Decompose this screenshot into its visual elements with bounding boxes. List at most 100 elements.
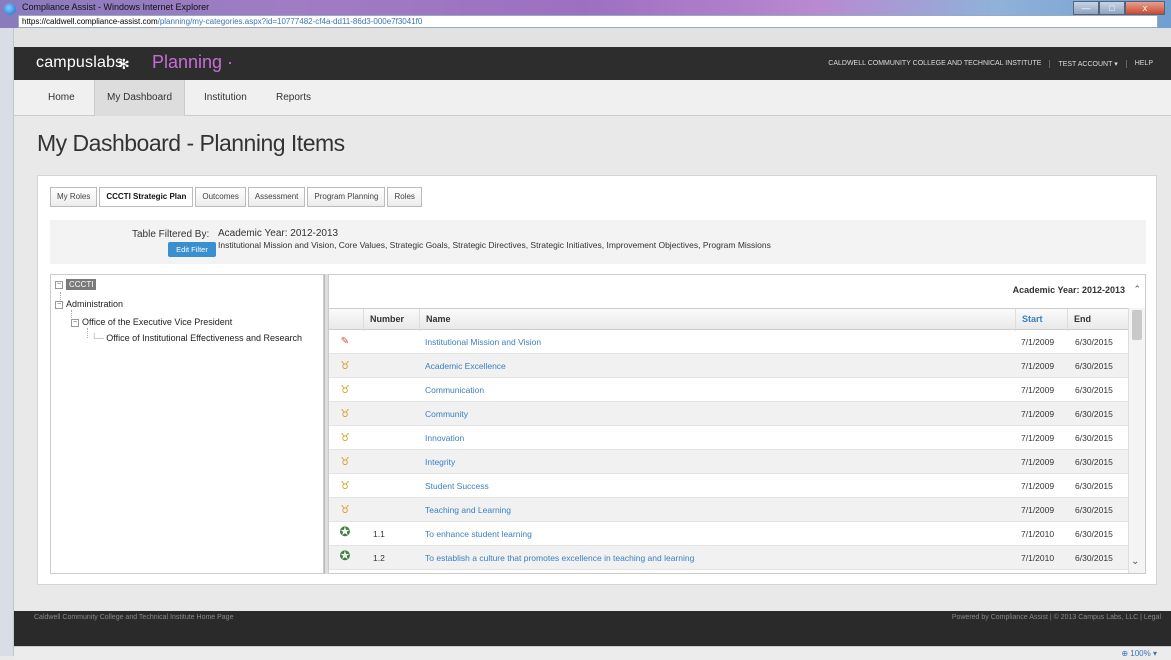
tab-outcomes[interactable]: Outcomes: [195, 187, 246, 207]
tab-cccti-strategic-plan[interactable]: CCCTI Strategic Plan: [99, 187, 194, 207]
row-name-link[interactable]: Community: [425, 402, 1011, 426]
row-end: 6/30/2015: [1075, 457, 1113, 467]
row-end: 6/30/2015: [1075, 433, 1113, 443]
table-row[interactable]: ♉ Integrity 7/1/2009 6/30/2015: [329, 450, 1129, 474]
row-number: [373, 354, 423, 378]
row-start: 7/1/2009: [1021, 481, 1055, 491]
grid-rows: ✎ Institutional Mission and Vision 7/1/200…: [329, 330, 1129, 570]
campuslabs-logo-icon: ✻: [118, 56, 130, 72]
row-end: 6/30/2015: [1075, 505, 1113, 515]
medal-icon: ♉: [340, 432, 350, 444]
browser-title-bar: Compliance Assist - Windows Internet Exp…: [0, 0, 1171, 28]
row-end: 6/30/2015: [1075, 409, 1113, 419]
window-title: Compliance Assist - Windows Internet Exp…: [22, 2, 210, 12]
nav-home[interactable]: Home: [36, 80, 87, 116]
row-name-link[interactable]: Integrity: [425, 450, 1011, 474]
tab-my-roles[interactable]: My Roles: [50, 187, 98, 207]
scroll-down-icon[interactable]: ⌄: [1131, 556, 1139, 567]
tree-label[interactable]: Office of the Executive Vice President: [82, 317, 232, 327]
tree-label[interactable]: Administration: [66, 299, 123, 309]
row-end: 6/30/2015: [1075, 529, 1113, 539]
grid-caption: Academic Year: 2012-2013: [1012, 285, 1125, 295]
filter-year: Academic Year: 2012-2013: [218, 228, 339, 239]
row-end: 6/30/2015: [1075, 481, 1113, 491]
page-title: My Dashboard - Planning Items: [37, 130, 345, 156]
row-start: 7/1/2010: [1021, 553, 1055, 563]
tree-node-evp[interactable]: − Office of the Executive Vice President: [71, 317, 232, 327]
column-end[interactable]: End: [1067, 309, 1129, 331]
gear-icon: ✪: [339, 548, 351, 563]
row-number: [373, 330, 423, 354]
row-name-link[interactable]: Student Success: [425, 474, 1011, 498]
row-number: [373, 426, 423, 450]
row-name-link[interactable]: Communication: [425, 378, 1011, 402]
window-controls: — □ x: [1073, 1, 1165, 15]
account-menu[interactable]: TEST ACCOUNT ▾: [1049, 60, 1125, 68]
table-row[interactable]: ✪ 1.2 To establish a culture that promotes…: [329, 546, 1129, 570]
tree-node-root[interactable]: − CCCTI: [55, 279, 97, 290]
maximize-button[interactable]: □: [1099, 1, 1125, 15]
collapse-icon[interactable]: −: [55, 300, 63, 309]
tree-node-oier[interactable]: └─ Office of Institutional Effectiveness…: [91, 333, 302, 343]
row-name-link[interactable]: Institutional Mission and Vision: [425, 330, 1011, 354]
help-link[interactable]: HELP: [1125, 60, 1161, 68]
nav-my-dashboard[interactable]: My Dashboard: [94, 80, 186, 116]
table-row[interactable]: ♉ Teaching and Learning 7/1/2009 6/30/2015: [329, 498, 1129, 522]
table-row[interactable]: ✪ 1.1 To enhance student learning 7/1/2010 6…: [329, 522, 1129, 546]
medal-icon: ♉: [340, 504, 350, 516]
row-number: 1.1: [373, 529, 385, 539]
close-button[interactable]: x: [1125, 1, 1165, 15]
column-number[interactable]: Number: [363, 309, 419, 331]
tree-root-label[interactable]: CCCTI: [66, 279, 97, 290]
medal-icon: ♉: [340, 480, 350, 492]
tab-roles[interactable]: Roles: [387, 187, 422, 207]
tab-program-planning[interactable]: Program Planning: [307, 187, 386, 207]
institution-name[interactable]: CALDWELL COMMUNITY COLLEGE AND TECHNICAL…: [820, 60, 1049, 68]
address-bar[interactable]: https://caldwell.compliance-assist.com/p…: [18, 15, 1158, 28]
browser-status-bar: ⊕ 100% ▾: [14, 646, 1171, 660]
brand-logo[interactable]: campuslabs: [36, 54, 123, 72]
row-end: 6/30/2015: [1075, 361, 1113, 371]
row-start: 7/1/2009: [1021, 433, 1055, 443]
collapse-icon[interactable]: −: [71, 318, 79, 327]
table-row[interactable]: ♉ Innovation 7/1/2009 6/30/2015: [329, 426, 1129, 450]
subtab-bar: My Roles CCCTI Strategic Plan Outcomes A…: [50, 187, 424, 207]
zoom-level[interactable]: ⊕ 100% ▾: [1121, 649, 1157, 658]
browser-side-panel: [0, 28, 14, 656]
ie-icon: [4, 3, 16, 15]
row-end: 6/30/2015: [1075, 553, 1113, 563]
tree-node-administration[interactable]: − Administration: [55, 299, 123, 309]
nav-institution[interactable]: Institution: [192, 80, 259, 116]
scroll-up-icon[interactable]: ⌃: [1133, 284, 1141, 295]
table-row[interactable]: ✎ Institutional Mission and Vision 7/1/200…: [329, 330, 1129, 354]
pen-icon: ✎: [340, 336, 350, 347]
row-start: 7/1/2009: [1021, 409, 1055, 419]
edit-filter-button[interactable]: Edit Filter: [168, 242, 216, 257]
minimize-button[interactable]: —: [1073, 1, 1099, 15]
table-row[interactable]: ♉ Communication 7/1/2009 6/30/2015: [329, 378, 1129, 402]
grid-header: Number Name Start End: [329, 308, 1129, 331]
table-row[interactable]: ♉ Community 7/1/2009 6/30/2015: [329, 402, 1129, 426]
filter-label: Table Filtered By:: [132, 229, 210, 240]
nav-reports[interactable]: Reports: [264, 80, 323, 116]
browser-toolbar: [14, 28, 1171, 47]
scroll-thumb[interactable]: [1132, 310, 1142, 340]
table-row[interactable]: ♉ Academic Excellence 7/1/2009 6/30/2015: [329, 354, 1129, 378]
row-name-link[interactable]: Teaching and Learning: [425, 498, 1011, 522]
product-menu[interactable]: Planning ·: [152, 52, 233, 73]
column-name[interactable]: Name: [419, 309, 1015, 331]
row-number: [373, 474, 423, 498]
footer-home-link[interactable]: Caldwell Community College and Technical…: [34, 614, 233, 621]
row-name-link[interactable]: Innovation: [425, 426, 1011, 450]
row-name-link[interactable]: To establish a culture that promotes exc…: [425, 546, 1011, 570]
column-start[interactable]: Start: [1015, 309, 1067, 331]
table-row[interactable]: ♉ Student Success 7/1/2009 6/30/2015: [329, 474, 1129, 498]
row-name-link[interactable]: To enhance student learning: [425, 522, 1011, 546]
grid-scrollbar[interactable]: ⌄: [1128, 308, 1145, 573]
tab-assessment[interactable]: Assessment: [247, 187, 306, 207]
tree-label[interactable]: Office of Institutional Effectiveness an…: [106, 333, 302, 343]
filter-categories: Institutional Mission and Vision, Core V…: [218, 240, 771, 250]
tree-connector: [87, 328, 88, 338]
collapse-icon[interactable]: −: [55, 280, 63, 289]
row-name-link[interactable]: Academic Excellence: [425, 354, 1011, 378]
